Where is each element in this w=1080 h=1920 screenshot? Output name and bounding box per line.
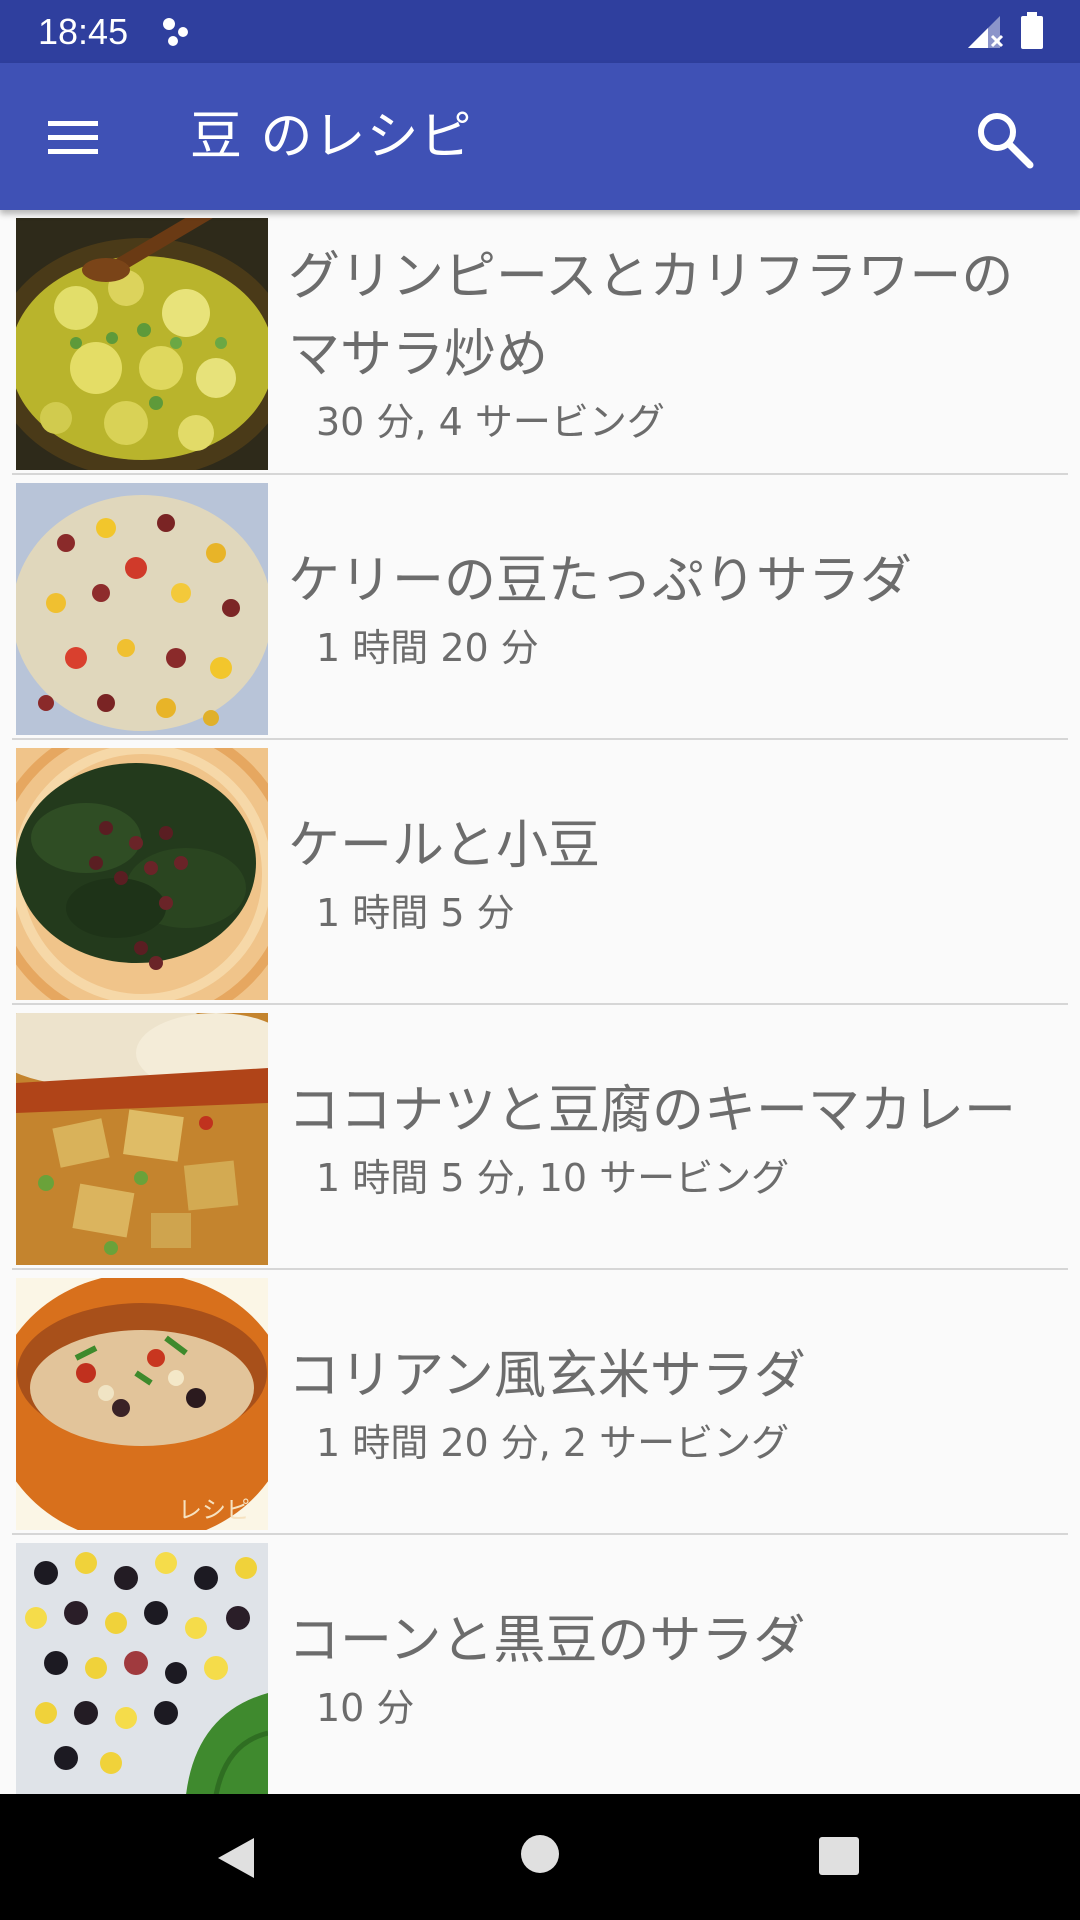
search-icon xyxy=(970,113,1040,179)
recipe-meta: 10 分 xyxy=(316,1685,415,1730)
recipe-meta: 1 時間 5 分 xyxy=(316,890,515,935)
search-button[interactable] xyxy=(970,105,1040,175)
recipe-title: コーンと黒豆のサラダ xyxy=(288,1610,806,1671)
signal-no-data-icon xyxy=(966,14,1006,54)
recipe-thumbnail xyxy=(16,483,268,735)
recipe-thumbnail xyxy=(16,1543,268,1794)
recipe-title: コリアン風玄米サラダ xyxy=(288,1345,806,1406)
recipe-item[interactable]: ココナツと豆腐のキーマカレー 1 時間 5 分, 10 サービング xyxy=(0,1005,1080,1270)
thumbnail-watermark: レシピ xyxy=(178,1496,250,1524)
notification-dots-icon xyxy=(160,16,196,52)
recipe-title: ケリーの豆たっぷりサラダ xyxy=(288,550,913,611)
status-time: 18:45 xyxy=(38,11,129,52)
back-icon[interactable] xyxy=(212,1834,258,1886)
recipe-title: ケールと小豆 xyxy=(288,815,601,876)
recipe-meta: 1 時間 20 分 xyxy=(316,625,539,670)
recipe-item[interactable]: ケールと小豆 1 時間 5 分 xyxy=(0,740,1080,1005)
recipe-meta: 30 分, 4 サービング xyxy=(316,399,665,444)
recipe-item[interactable]: グリンピースとカリフラワーのマサラ炒め 30 分, 4 サービング xyxy=(0,210,1080,475)
recipe-thumbnail xyxy=(16,218,268,470)
recipe-item[interactable]: レシピ コリアン風玄米サラダ 1 時間 20 分, 2 サービング xyxy=(0,1270,1080,1535)
recipe-meta: 1 時間 20 分, 2 サービング xyxy=(316,1420,790,1465)
recipe-thumbnail: レシピ xyxy=(16,1278,268,1530)
recipe-thumbnail xyxy=(16,1013,268,1265)
recipe-item[interactable]: ケリーの豆たっぷりサラダ 1 時間 20 分 xyxy=(0,475,1080,740)
page-title: 豆 のレシピ xyxy=(190,107,473,167)
home-icon[interactable] xyxy=(520,1834,560,1878)
recipe-list: グリンピースとカリフラワーのマサラ炒め 30 分, 4 サービング ケリーの豆た… xyxy=(0,210,1080,1794)
recent-apps-icon[interactable] xyxy=(818,1836,860,1880)
recipe-item[interactable]: コーンと黒豆のサラダ 10 分 xyxy=(0,1535,1080,1794)
menu-button[interactable] xyxy=(30,103,116,171)
status-bar: 18:45 xyxy=(0,0,1080,63)
app-bar: 豆 のレシピ xyxy=(0,63,1080,210)
recipe-title: ココナツと豆腐のキーマカレー xyxy=(288,1080,1017,1141)
battery-icon xyxy=(1020,12,1044,54)
recipe-thumbnail xyxy=(16,748,268,1000)
navigation-bar xyxy=(0,1794,1080,1920)
recipe-meta: 1 時間 5 分, 10 サービング xyxy=(316,1155,790,1200)
recipe-title: グリンピースとカリフラワーのマサラ炒め xyxy=(288,246,1014,385)
